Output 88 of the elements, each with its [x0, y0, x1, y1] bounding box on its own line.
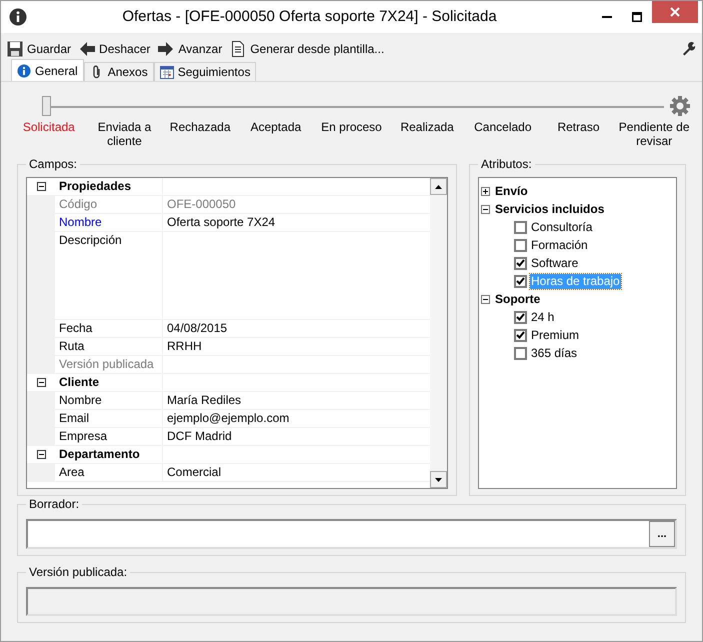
category-label: Cliente — [55, 374, 163, 391]
toolbar-button[interactable]: Deshacer — [79, 40, 154, 58]
toolbar-button[interactable]: Avanzar — [158, 40, 226, 58]
property-value: OFE-000050 — [167, 197, 236, 211]
collapse-icon[interactable] — [36, 182, 46, 191]
checkbox[interactable] — [514, 310, 527, 324]
gear-icon[interactable] — [670, 96, 690, 116]
checkbox[interactable] — [514, 220, 527, 234]
property-label: Empresa — [55, 428, 163, 445]
step-label[interactable]: Retraso — [557, 120, 600, 148]
property-value: ejemplo@ejemplo.com — [167, 411, 290, 425]
group-title: Borrador: — [26, 497, 82, 511]
category-label: Departamento — [55, 446, 163, 463]
checkmark-icon — [516, 277, 525, 285]
maximize-icon — [632, 12, 642, 22]
close-button[interactable] — [652, 1, 698, 23]
property-value: María Rediles — [167, 393, 242, 407]
collapse-icon[interactable] — [36, 378, 46, 387]
tree-group-label[interactable]: Soporte — [495, 290, 540, 308]
right-arrow-icon — [158, 40, 174, 56]
toolbar-button[interactable]: Generar desde plantilla... — [230, 40, 388, 58]
scroll-down-button[interactable] — [430, 471, 447, 488]
property-value: Oferta soporte 7X24 — [167, 215, 276, 229]
collapse-icon[interactable] — [36, 450, 46, 459]
checkmark-icon — [516, 313, 525, 321]
tree-item-label[interactable]: Premium — [530, 328, 580, 342]
tree-item-label[interactable]: 24 h — [530, 310, 556, 324]
property-label: Email — [55, 410, 163, 427]
left-arrow-icon — [79, 40, 96, 56]
property-value: 04/08/2015 — [167, 321, 228, 335]
minimize-icon — [602, 16, 612, 18]
step-label[interactable]: Rechazada — [170, 120, 231, 148]
tree-item-label[interactable]: Software — [530, 256, 580, 270]
tree-item-label[interactable]: Consultoría — [530, 220, 594, 234]
expand-icon[interactable] — [481, 186, 490, 196]
checkbox[interactable] — [514, 346, 527, 360]
tree-item-label[interactable]: 365 días — [530, 346, 578, 360]
property-label: Nombre — [55, 214, 163, 231]
document-icon — [230, 40, 246, 56]
group-title: Campos: — [26, 157, 80, 171]
info-icon — [9, 8, 27, 26]
toolbar-button[interactable]: Guardar — [7, 40, 76, 58]
property-label: Fecha — [55, 320, 163, 337]
property-value: DCF Madrid — [167, 429, 232, 443]
collapse-icon[interactable] — [481, 204, 490, 214]
collapse-icon[interactable] — [481, 294, 490, 304]
property-label: Nombre — [55, 392, 163, 409]
tab[interactable]: Anexos — [84, 62, 154, 81]
up-arrow-icon — [435, 184, 442, 188]
step-label[interactable]: Solicitada — [22, 120, 75, 148]
checkmark-icon — [516, 331, 525, 339]
step-label[interactable]: Cancelado — [474, 120, 532, 148]
property-label: Area — [55, 464, 163, 481]
calendar-icon — [160, 65, 174, 79]
checkbox[interactable] — [514, 274, 527, 288]
checkbox[interactable] — [514, 256, 527, 270]
group-title: Atributos: — [478, 157, 535, 171]
tree-item-label[interactable]: Formación — [530, 238, 589, 252]
step-label[interactable]: Aceptada — [250, 120, 302, 148]
published-version-field[interactable] — [26, 587, 677, 616]
property-label: Ruta — [55, 338, 163, 355]
down-arrow-icon — [435, 478, 442, 482]
property-label: Código — [55, 196, 163, 213]
property-label: Descripción — [55, 232, 163, 319]
tree-group-label[interactable]: Servicios incluidos — [495, 200, 604, 218]
wrench-icon[interactable] — [682, 42, 696, 56]
info-icon — [17, 64, 31, 78]
property-value: Comercial — [167, 465, 222, 479]
group-title: Versión publicada: — [26, 565, 130, 579]
property-label: Versión publicada — [55, 356, 163, 373]
tab[interactable]: Seguimientos — [154, 62, 256, 81]
scroll-up-button[interactable] — [430, 178, 447, 195]
close-icon — [670, 7, 680, 17]
draft-field[interactable]: ... — [26, 519, 677, 549]
checkbox[interactable] — [514, 238, 527, 252]
step-label[interactable]: Enviada a cliente — [86, 120, 162, 148]
window-title: Ofertas - [OFE-000050 Oferta soporte 7X24] - Solicitada — [121, 6, 498, 27]
step-label[interactable]: En proceso — [321, 120, 382, 148]
browse-button[interactable]: ... — [649, 521, 675, 547]
slider-thumb[interactable] — [42, 96, 51, 116]
tree-group-label[interactable]: Envío — [495, 182, 528, 200]
step-label[interactable]: Realizada — [400, 120, 454, 148]
step-label[interactable]: Pendiente de revisar — [616, 120, 692, 148]
tab[interactable]: General — [11, 59, 84, 81]
property-value: RRHH — [167, 339, 202, 353]
checkbox[interactable] — [514, 328, 527, 342]
category-label: Propiedades — [55, 178, 163, 195]
checkmark-icon — [516, 259, 525, 267]
